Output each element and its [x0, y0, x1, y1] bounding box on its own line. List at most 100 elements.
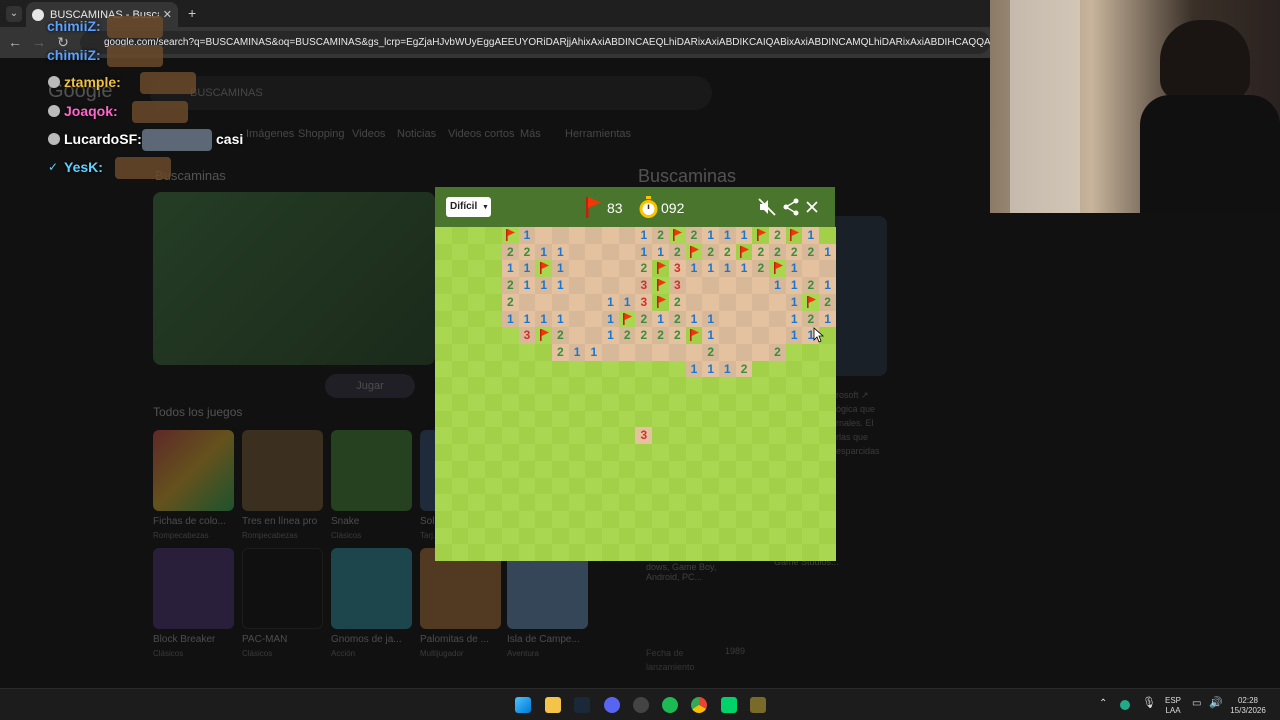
revealed-cell[interactable]: 3 — [668, 260, 686, 278]
revealed-cell[interactable]: 1 — [518, 260, 536, 278]
revealed-cell[interactable]: 1 — [785, 277, 803, 295]
hidden-cell[interactable] — [451, 510, 469, 528]
revealed-cell[interactable] — [769, 293, 786, 311]
hidden-cell[interactable] — [735, 494, 753, 512]
flagged-cell[interactable] — [735, 243, 753, 261]
hidden-cell[interactable] — [602, 394, 619, 411]
hidden-cell[interactable] — [718, 527, 736, 545]
hidden-cell[interactable] — [485, 477, 503, 495]
hidden-cell[interactable] — [451, 260, 469, 278]
hidden-cell[interactable] — [635, 510, 653, 528]
hidden-cell[interactable] — [652, 377, 670, 395]
tab-videos[interactable]: Videos — [352, 128, 385, 140]
hidden-cell[interactable] — [752, 427, 770, 445]
hidden-cell[interactable] — [518, 510, 536, 528]
hidden-cell[interactable] — [618, 494, 636, 512]
hidden-cell[interactable] — [435, 277, 452, 295]
hidden-cell[interactable] — [685, 410, 703, 428]
hidden-cell[interactable] — [618, 510, 636, 528]
hidden-cell[interactable] — [468, 377, 486, 395]
revealed-cell[interactable]: 1 — [535, 243, 553, 261]
hidden-cell[interactable] — [585, 410, 603, 428]
revealed-cell[interactable]: 2 — [769, 227, 786, 244]
file-explorer-icon[interactable] — [545, 697, 561, 713]
hidden-cell[interactable] — [819, 477, 837, 495]
hidden-cell[interactable] — [501, 327, 519, 345]
revealed-cell[interactable]: 3 — [668, 277, 686, 295]
hidden-cell[interactable] — [518, 377, 536, 395]
hidden-cell[interactable] — [752, 444, 770, 462]
revealed-cell[interactable]: 2 — [668, 327, 686, 345]
hidden-cell[interactable] — [635, 494, 653, 512]
revealed-cell[interactable] — [652, 343, 670, 361]
hidden-cell[interactable] — [635, 460, 653, 478]
hidden-cell[interactable] — [518, 360, 536, 378]
hidden-cell[interactable] — [618, 394, 636, 411]
revealed-cell[interactable]: 2 — [635, 310, 653, 328]
hidden-cell[interactable] — [735, 377, 753, 395]
hidden-cell[interactable] — [618, 477, 636, 495]
revealed-cell[interactable] — [702, 293, 720, 311]
hidden-cell[interactable] — [769, 544, 786, 562]
revealed-cell[interactable] — [602, 343, 619, 361]
hidden-cell[interactable] — [718, 444, 736, 462]
revealed-cell[interactable]: 1 — [735, 260, 753, 278]
hidden-cell[interactable] — [585, 544, 603, 562]
hidden-cell[interactable] — [568, 477, 586, 495]
hidden-cell[interactable] — [602, 377, 619, 395]
revealed-cell[interactable]: 2 — [635, 260, 653, 278]
revealed-cell[interactable] — [735, 293, 753, 311]
revealed-cell[interactable] — [585, 260, 603, 278]
hidden-cell[interactable] — [518, 444, 536, 462]
hidden-cell[interactable] — [802, 360, 820, 378]
hidden-cell[interactable] — [668, 444, 686, 462]
hidden-cell[interactable] — [485, 394, 503, 411]
hidden-cell[interactable] — [702, 427, 720, 445]
revealed-cell[interactable]: 2 — [735, 360, 753, 378]
hidden-cell[interactable] — [752, 477, 770, 495]
hidden-cell[interactable] — [602, 410, 619, 428]
hidden-cell[interactable] — [435, 327, 452, 345]
hidden-cell[interactable] — [685, 510, 703, 528]
game-card-label[interactable]: Gnomos de ja... — [331, 634, 416, 645]
hidden-cell[interactable] — [485, 293, 503, 311]
tab-more[interactable]: Más — [520, 128, 541, 140]
revealed-cell[interactable]: 1 — [635, 227, 653, 244]
hidden-cell[interactable] — [668, 394, 686, 411]
revealed-cell[interactable]: 1 — [568, 343, 586, 361]
revealed-cell[interactable] — [535, 293, 553, 311]
hidden-cell[interactable] — [551, 494, 569, 512]
hidden-cell[interactable] — [501, 510, 519, 528]
hidden-cell[interactable] — [685, 494, 703, 512]
revealed-cell[interactable] — [735, 310, 753, 328]
hidden-cell[interactable] — [551, 427, 569, 445]
revealed-cell[interactable]: 2 — [685, 227, 703, 244]
hidden-cell[interactable] — [652, 510, 670, 528]
hidden-cell[interactable] — [685, 544, 703, 562]
hidden-cell[interactable] — [535, 343, 553, 361]
hidden-cell[interactable] — [618, 527, 636, 545]
hidden-cell[interactable] — [468, 277, 486, 295]
hidden-cell[interactable] — [735, 477, 753, 495]
hidden-cell[interactable] — [568, 494, 586, 512]
hidden-cell[interactable] — [819, 427, 837, 445]
hidden-cell[interactable] — [819, 527, 837, 545]
revealed-cell[interactable] — [735, 277, 753, 295]
hidden-cell[interactable] — [668, 494, 686, 512]
revealed-cell[interactable] — [819, 260, 837, 278]
revealed-cell[interactable]: 1 — [551, 310, 569, 328]
hidden-cell[interactable] — [735, 510, 753, 528]
hidden-cell[interactable] — [602, 477, 619, 495]
revealed-cell[interactable] — [718, 343, 736, 361]
app-icon[interactable] — [750, 697, 766, 713]
revealed-cell[interactable]: 2 — [551, 327, 569, 345]
hidden-cell[interactable] — [785, 510, 803, 528]
hidden-cell[interactable] — [551, 377, 569, 395]
hidden-cell[interactable] — [551, 477, 569, 495]
share-icon[interactable] — [781, 197, 801, 217]
hidden-cell[interactable] — [551, 394, 569, 411]
hidden-cell[interactable] — [551, 510, 569, 528]
hidden-cell[interactable] — [435, 460, 452, 478]
hidden-cell[interactable] — [752, 527, 770, 545]
revealed-cell[interactable] — [585, 277, 603, 295]
